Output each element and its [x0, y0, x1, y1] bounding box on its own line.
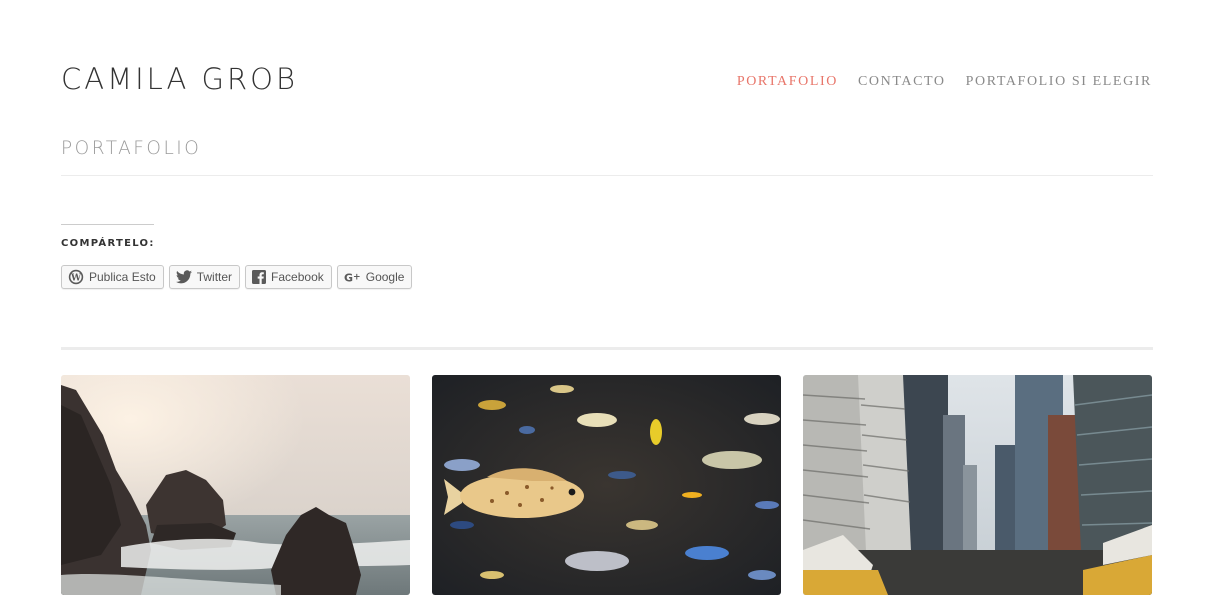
- aquarium-fish-image: [432, 375, 781, 595]
- share-google-button[interactable]: G + Google: [336, 265, 413, 289]
- portfolio-item-rocky-coast[interactable]: [61, 375, 410, 595]
- main-nav: PORTAFOLIO CONTACTO PORTAFOLIO SI ELEGIR: [737, 74, 1152, 90]
- site-title[interactable]: CAMILA GROB: [61, 62, 298, 96]
- svg-text:G: G: [344, 272, 353, 284]
- portfolio-item-city-street[interactable]: [803, 375, 1152, 595]
- share-twitter-button[interactable]: Twitter: [168, 265, 241, 289]
- twitter-icon: [175, 270, 192, 284]
- share-heading: COMPÁRTELO:: [61, 238, 155, 249]
- svg-text:+: +: [353, 273, 361, 283]
- share-twitter-label: Twitter: [196, 270, 233, 284]
- city-street-image: [803, 375, 1152, 595]
- header-divider: [61, 175, 1153, 176]
- share-facebook-button[interactable]: Facebook: [245, 265, 332, 289]
- share-buttons: W Publica Esto Twitter Facebook G + Goog…: [61, 265, 413, 289]
- share-wordpress-label: Publica Esto: [89, 270, 156, 284]
- share-wordpress-button[interactable]: W Publica Esto: [61, 265, 164, 289]
- portfolio-gallery: [61, 375, 1152, 595]
- nav-item-portafolio-si-elegir[interactable]: PORTAFOLIO SI ELEGIR: [966, 74, 1152, 90]
- facebook-icon: [252, 270, 267, 284]
- rocky-coast-image: [61, 375, 410, 595]
- content-divider: [61, 347, 1153, 350]
- share-divider: [61, 224, 154, 225]
- google-plus-icon: G +: [344, 272, 361, 284]
- share-google-label: Google: [365, 270, 405, 284]
- page-title: PORTAFOLIO: [61, 138, 202, 159]
- share-facebook-label: Facebook: [271, 270, 324, 284]
- nav-item-portafolio[interactable]: PORTAFOLIO: [737, 74, 838, 90]
- nav-item-contacto[interactable]: CONTACTO: [858, 74, 946, 90]
- wordpress-icon: W: [68, 269, 84, 285]
- portfolio-item-aquarium-fish[interactable]: [432, 375, 781, 595]
- svg-text:W: W: [70, 273, 82, 283]
